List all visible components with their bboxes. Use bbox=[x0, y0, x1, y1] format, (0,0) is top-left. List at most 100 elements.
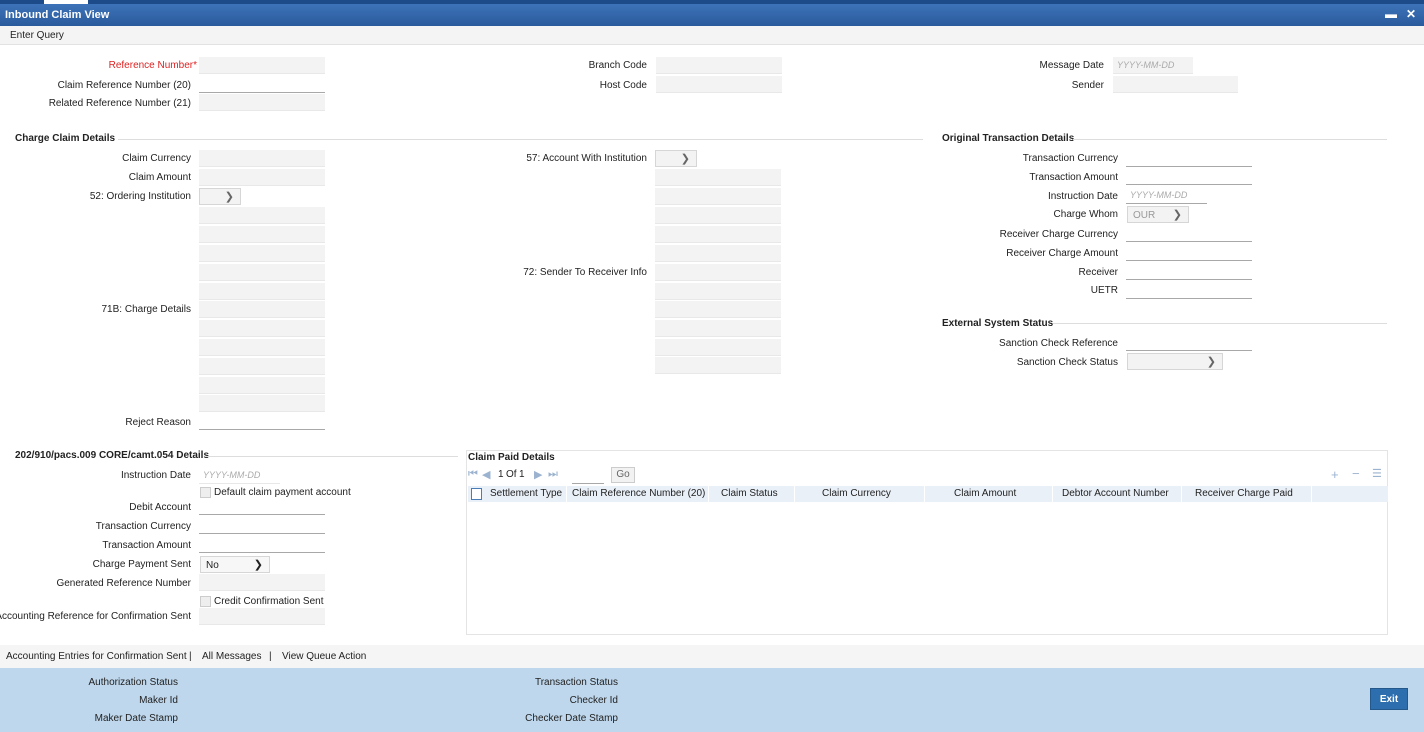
sanction-check-status-label: Sanction Check Status bbox=[1016, 357, 1118, 368]
sender-to-receiver-line-4[interactable] bbox=[655, 320, 781, 337]
column-separator bbox=[794, 486, 795, 502]
reject-reason-field[interactable] bbox=[199, 413, 325, 430]
message-date-placeholder: YYYY-MM-DD bbox=[1117, 60, 1175, 70]
claim-amount-field[interactable] bbox=[199, 169, 325, 186]
charge-whom-label: Charge Whom bbox=[1053, 209, 1118, 220]
minimize-icon[interactable]: ▬ bbox=[1385, 7, 1397, 21]
sender-to-receiver-line-5[interactable] bbox=[655, 339, 781, 356]
go-button[interactable]: Go bbox=[611, 467, 635, 483]
sender-to-receiver-line-6[interactable] bbox=[655, 357, 781, 374]
sender-to-receiver-line-3[interactable] bbox=[655, 301, 781, 318]
branch-code-field[interactable] bbox=[656, 57, 782, 74]
column-settlement-type[interactable]: Settlement Type bbox=[490, 488, 562, 499]
column-claim-status[interactable]: Claim Status bbox=[721, 488, 778, 499]
transaction-amount-label: Transaction Amount bbox=[1029, 172, 1118, 183]
original-transaction-section-title: Original Transaction Details bbox=[942, 133, 1075, 144]
select-all-checkbox[interactable] bbox=[471, 488, 482, 500]
default-claim-payment-checkbox[interactable] bbox=[200, 487, 211, 498]
charge-details-line-6[interactable] bbox=[199, 395, 325, 412]
previous-page-icon[interactable]: ◀ bbox=[482, 468, 490, 481]
ordering-institution-line-4[interactable] bbox=[199, 264, 325, 281]
enter-query-menu-item[interactable]: Enter Query bbox=[10, 30, 64, 41]
claim-currency-field[interactable] bbox=[199, 150, 325, 167]
sanction-check-reference-field[interactable] bbox=[1126, 334, 1252, 351]
charge-details-line-3[interactable] bbox=[199, 339, 325, 356]
account-with-institution-select[interactable]: ❯ bbox=[655, 150, 697, 167]
column-receiver-charge-paid[interactable]: Receiver Charge Paid bbox=[1195, 488, 1293, 499]
pacs-transaction-amount-field[interactable] bbox=[199, 536, 325, 553]
credit-confirmation-checkbox[interactable] bbox=[200, 596, 211, 607]
ordering-institution-line-3[interactable] bbox=[199, 245, 325, 262]
close-icon[interactable]: ✕ bbox=[1406, 7, 1416, 21]
transaction-amount-field[interactable] bbox=[1126, 168, 1252, 185]
column-claim-reference[interactable]: Claim Reference Number (20) bbox=[572, 488, 705, 499]
uetr-field[interactable] bbox=[1126, 282, 1252, 299]
column-debtor-account[interactable]: Debtor Account Number bbox=[1062, 488, 1169, 499]
reference-number-field[interactable] bbox=[199, 57, 325, 74]
claim-reference-field[interactable] bbox=[199, 76, 325, 93]
debit-account-field[interactable] bbox=[199, 498, 325, 515]
link-separator: | bbox=[269, 651, 272, 662]
receiver-charge-amount-field[interactable] bbox=[1126, 244, 1252, 261]
charge-details-line-4[interactable] bbox=[199, 358, 325, 375]
receiver-charge-currency-field[interactable] bbox=[1126, 225, 1252, 242]
ordering-institution-line-2[interactable] bbox=[199, 226, 325, 243]
account-with-institution-line-1[interactable] bbox=[655, 169, 781, 186]
ordering-institution-select[interactable]: ❯ bbox=[199, 188, 241, 205]
sanction-check-status-select[interactable]: ❯ bbox=[1127, 353, 1223, 370]
account-with-institution-line-4[interactable] bbox=[655, 226, 781, 243]
action-link-bar: Accounting Entries for Confirmation Sent… bbox=[0, 645, 1424, 668]
delete-row-icon[interactable]: − bbox=[1352, 466, 1360, 481]
transaction-currency-field[interactable] bbox=[1126, 150, 1252, 167]
account-with-institution-line-2[interactable] bbox=[655, 188, 781, 205]
pacs-section-title: 202/910/pacs.009 CORE/camt.054 Details bbox=[15, 450, 210, 461]
accounting-entries-link[interactable]: Accounting Entries for Confirmation Sent bbox=[6, 651, 187, 662]
view-single-record-icon[interactable]: ☰ bbox=[1372, 467, 1382, 480]
charge-details-line-5[interactable] bbox=[199, 377, 325, 394]
first-page-icon[interactable]: ⏮ bbox=[468, 468, 478, 481]
claim-reference-label: Claim Reference Number (20) bbox=[57, 80, 191, 91]
charge-details-line-2[interactable] bbox=[199, 320, 325, 337]
ordering-institution-line-5[interactable] bbox=[199, 283, 325, 300]
transaction-status-label: Transaction Status bbox=[534, 677, 618, 688]
chevron-down-icon: ❯ bbox=[1206, 356, 1216, 368]
account-with-institution-line-3[interactable] bbox=[655, 207, 781, 224]
generated-reference-field[interactable] bbox=[199, 574, 325, 591]
sender-to-receiver-line-2[interactable] bbox=[655, 283, 781, 300]
ordering-institution-line-1[interactable] bbox=[199, 207, 325, 224]
account-with-institution-line-5[interactable] bbox=[655, 245, 781, 262]
charge-details-line-1[interactable] bbox=[199, 301, 325, 318]
column-claim-currency[interactable]: Claim Currency bbox=[822, 488, 891, 499]
column-separator bbox=[1311, 486, 1312, 502]
column-separator bbox=[1181, 486, 1182, 502]
receiver-field[interactable] bbox=[1126, 263, 1252, 280]
charge-details-label: 71B: Charge Details bbox=[101, 304, 192, 315]
link-separator: | bbox=[189, 651, 192, 662]
column-claim-amount[interactable]: Claim Amount bbox=[954, 488, 1016, 499]
exit-button[interactable]: Exit bbox=[1370, 688, 1408, 710]
reference-number-label: Reference Number* bbox=[108, 60, 197, 71]
charge-whom-select[interactable]: OUR ❯ bbox=[1127, 206, 1189, 223]
charge-claim-section-title: Charge Claim Details bbox=[15, 133, 116, 144]
add-row-icon[interactable]: + bbox=[1331, 467, 1339, 482]
host-code-field[interactable] bbox=[656, 76, 782, 93]
ordering-institution-label: 52: Ordering Institution bbox=[89, 191, 191, 202]
pacs-transaction-currency-field[interactable] bbox=[199, 517, 325, 534]
claim-paid-section-title: Claim Paid Details bbox=[468, 452, 555, 463]
instruction-date-field[interactable]: YYYY-MM-DD bbox=[1126, 187, 1207, 204]
sender-to-receiver-line-1[interactable] bbox=[655, 264, 781, 281]
view-queue-action-link[interactable]: View Queue Action bbox=[282, 651, 366, 662]
related-reference-field[interactable] bbox=[199, 94, 325, 111]
last-page-icon[interactable]: ⏭ bbox=[548, 468, 558, 481]
page-input[interactable] bbox=[572, 467, 604, 484]
accounting-reference-field[interactable] bbox=[199, 608, 325, 625]
sender-to-receiver-label: 72: Sender To Receiver Info bbox=[523, 267, 647, 278]
message-date-field[interactable]: YYYY-MM-DD bbox=[1113, 57, 1193, 74]
debit-account-label: Debit Account bbox=[129, 502, 191, 513]
charge-payment-sent-select[interactable]: No ❯ bbox=[200, 556, 270, 573]
sender-field[interactable] bbox=[1113, 76, 1238, 93]
all-messages-link[interactable]: All Messages bbox=[202, 651, 261, 662]
charge-payment-sent-value: No bbox=[206, 560, 219, 571]
pacs-instruction-date-field[interactable]: YYYY-MM-DD bbox=[199, 467, 280, 484]
next-page-icon[interactable]: ▶ bbox=[534, 468, 542, 481]
